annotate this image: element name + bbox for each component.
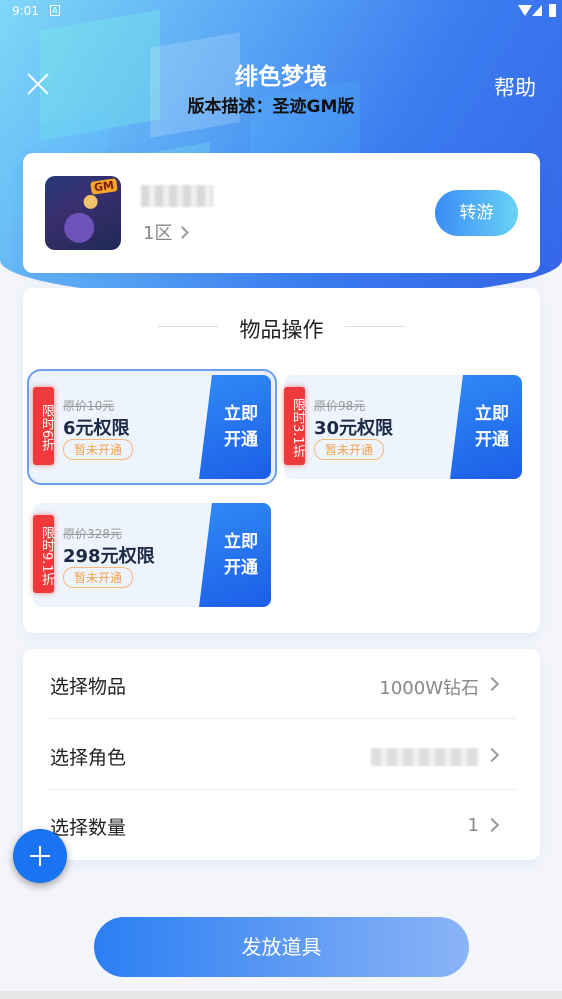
- activate-label: 立即开通: [475, 404, 509, 450]
- add-floating-button[interactable]: [13, 829, 67, 883]
- status-badge: 暂未开通: [63, 439, 134, 460]
- select-role-row[interactable]: 选择角色: [46, 720, 517, 790]
- activate-button[interactable]: 立即开通: [199, 375, 271, 479]
- chevron-right-icon: [176, 226, 190, 239]
- offer-price: 6元权限: [63, 418, 130, 439]
- select-item-value: 1000W钻石: [379, 678, 479, 699]
- select-role-label: 选择角色: [50, 747, 127, 769]
- divider: [345, 326, 405, 327]
- selection-card: 选择物品 1000W钻石 选择角色 选择数量 1: [23, 649, 540, 860]
- gm-badge: GM: [90, 178, 118, 195]
- select-quantity-value: 1: [467, 815, 479, 836]
- chevron-right-icon: [484, 747, 500, 763]
- discount-tag: 限时9.1折: [33, 515, 54, 593]
- offer-card[interactable]: 限时6折 原价10元 6元权限 暂未开通 立即开通: [27, 369, 277, 485]
- discount-tag: 限时6折: [33, 387, 54, 465]
- signal-icon: [532, 5, 542, 16]
- discount-tag: 限时3.1折: [284, 387, 305, 465]
- help-button[interactable]: 帮助: [494, 72, 536, 102]
- items-card: 物品操作 限时6折 原价10元 6元权限 暂未开通 立即开通 限时3.1折 原价…: [23, 288, 540, 633]
- notification-icon: A: [50, 5, 60, 16]
- original-price: 原价328元: [63, 527, 122, 541]
- section-title: 物品操作: [239, 318, 324, 342]
- activate-label: 立即开通: [224, 532, 258, 578]
- original-price: 原价10元: [63, 399, 115, 413]
- status-bar: 9:01 A: [0, 0, 562, 24]
- status-badge: 暂未开通: [63, 567, 134, 588]
- chevron-right-icon: [484, 676, 500, 692]
- select-role-value: [371, 748, 479, 766]
- game-icon: GM: [45, 176, 121, 250]
- wifi-icon: [518, 5, 532, 16]
- chevron-right-icon: [484, 817, 500, 833]
- offer-card[interactable]: 限时3.1折 原价98元 30元权限 暂未开通 立即开通: [284, 375, 522, 479]
- game-account-name: [141, 185, 213, 207]
- issue-items-button[interactable]: 发放道具: [94, 917, 469, 977]
- select-item-label: 选择物品: [50, 676, 127, 698]
- version-description: 版本描述：圣迹GM版: [187, 97, 355, 117]
- status-badge: 暂未开通: [314, 439, 385, 460]
- battery-icon: [549, 4, 556, 17]
- select-quantity-label: 选择数量: [50, 817, 127, 839]
- server-label: 1区: [143, 223, 173, 244]
- activate-button[interactable]: 立即开通: [450, 375, 522, 479]
- select-item-row[interactable]: 选择物品 1000W钻石: [46, 649, 517, 719]
- server-selector[interactable]: 1区: [143, 219, 190, 245]
- transfer-button[interactable]: 转游: [435, 190, 518, 236]
- activate-label: 立即开通: [224, 404, 258, 450]
- offer-card[interactable]: 限时9.1折 原价328元 298元权限 暂未开通 立即开通: [33, 503, 271, 607]
- status-time: 9:01: [12, 4, 39, 18]
- original-price: 原价98元: [314, 399, 366, 413]
- offer-price: 30元权限: [314, 418, 394, 439]
- activate-button[interactable]: 立即开通: [199, 503, 271, 607]
- select-quantity-row[interactable]: 选择数量 1: [46, 790, 517, 860]
- offer-price: 298元权限: [63, 546, 155, 567]
- game-card: GM 1区 转游: [23, 153, 540, 273]
- navigation-bar: [0, 991, 562, 999]
- page-title: 绯色梦境: [235, 64, 327, 90]
